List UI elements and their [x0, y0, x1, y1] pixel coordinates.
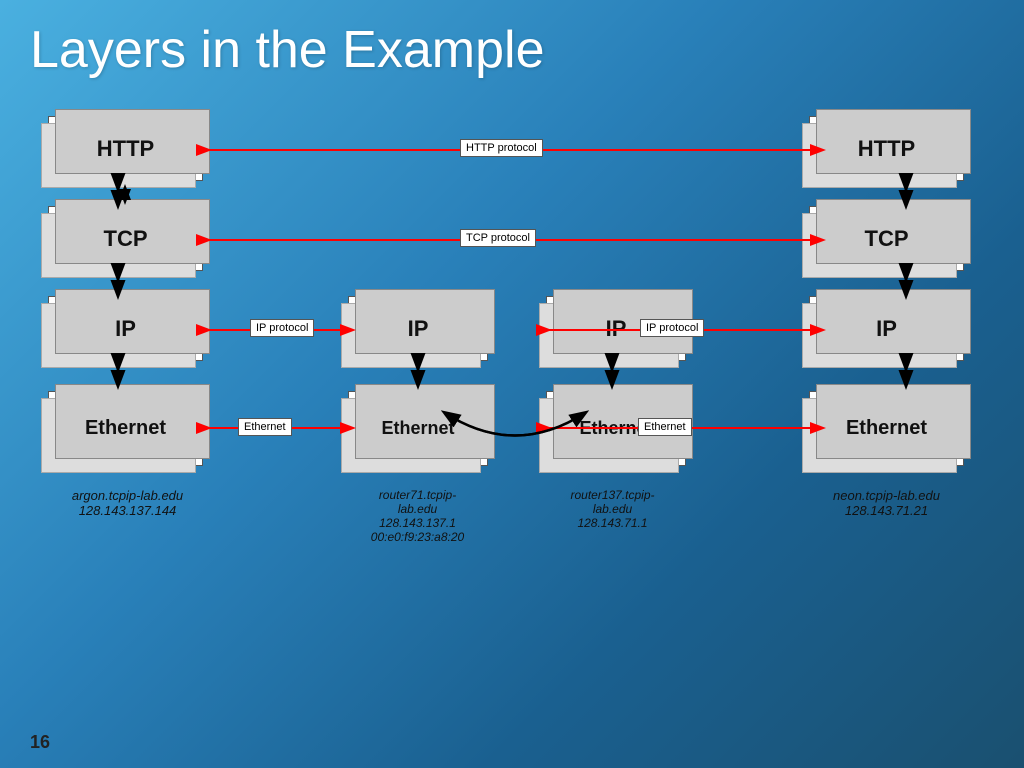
- slide-title: Layers in the Example: [30, 20, 994, 80]
- ip-protocol-left-label: IP protocol: [250, 319, 314, 337]
- left-tcp-box: TCP: [48, 206, 203, 271]
- right-ip-label: IP: [876, 316, 897, 342]
- router2-ip-label: IP: [606, 316, 627, 342]
- ip-protocol-right-label: IP protocol: [640, 319, 704, 337]
- ethernet-left-label: Ethernet: [238, 418, 292, 436]
- left-http-label: HTTP: [97, 136, 154, 162]
- router1-ethernet-label: Ethernet: [381, 418, 454, 439]
- http-protocol-label: HTTP protocol: [460, 139, 543, 157]
- router1-ethernet-box: Ethernet: [348, 391, 488, 466]
- right-ethernet-label: Ethernet: [846, 417, 927, 440]
- router1-ip-label: IP: [408, 316, 429, 342]
- right-tcp-label: TCP: [865, 226, 909, 252]
- left-ethernet-label: Ethernet: [85, 417, 166, 440]
- right-http-box: HTTP: [809, 116, 964, 181]
- router1-node-label: router71.tcpip-lab.edu128.143.137.100:e0…: [330, 488, 505, 544]
- router1-ip-box: IP: [348, 296, 488, 361]
- right-tcp-box: TCP: [809, 206, 964, 271]
- left-ip-label: IP: [115, 316, 136, 342]
- left-http-box: HTTP: [48, 116, 203, 181]
- left-node-label: argon.tcpip-lab.edu128.143.137.144: [40, 488, 215, 518]
- diagram: HTTP TCP IP Ethernet IP Ethernet IP Ethe…: [30, 98, 994, 638]
- slide-number: 16: [30, 732, 50, 753]
- left-ip-box: IP: [48, 296, 203, 361]
- right-http-label: HTTP: [858, 136, 915, 162]
- ethernet-right-label: Ethernet: [638, 418, 692, 436]
- router2-node-label: router137.tcpip-lab.edu128.143.71.1: [525, 488, 700, 530]
- left-ethernet-box: Ethernet: [48, 391, 203, 466]
- right-ip-box: IP: [809, 296, 964, 361]
- right-node-label: neon.tcpip-lab.edu128.143.71.21: [799, 488, 974, 518]
- right-ethernet-box: Ethernet: [809, 391, 964, 466]
- left-tcp-label: TCP: [104, 226, 148, 252]
- tcp-protocol-label: TCP protocol: [460, 229, 536, 247]
